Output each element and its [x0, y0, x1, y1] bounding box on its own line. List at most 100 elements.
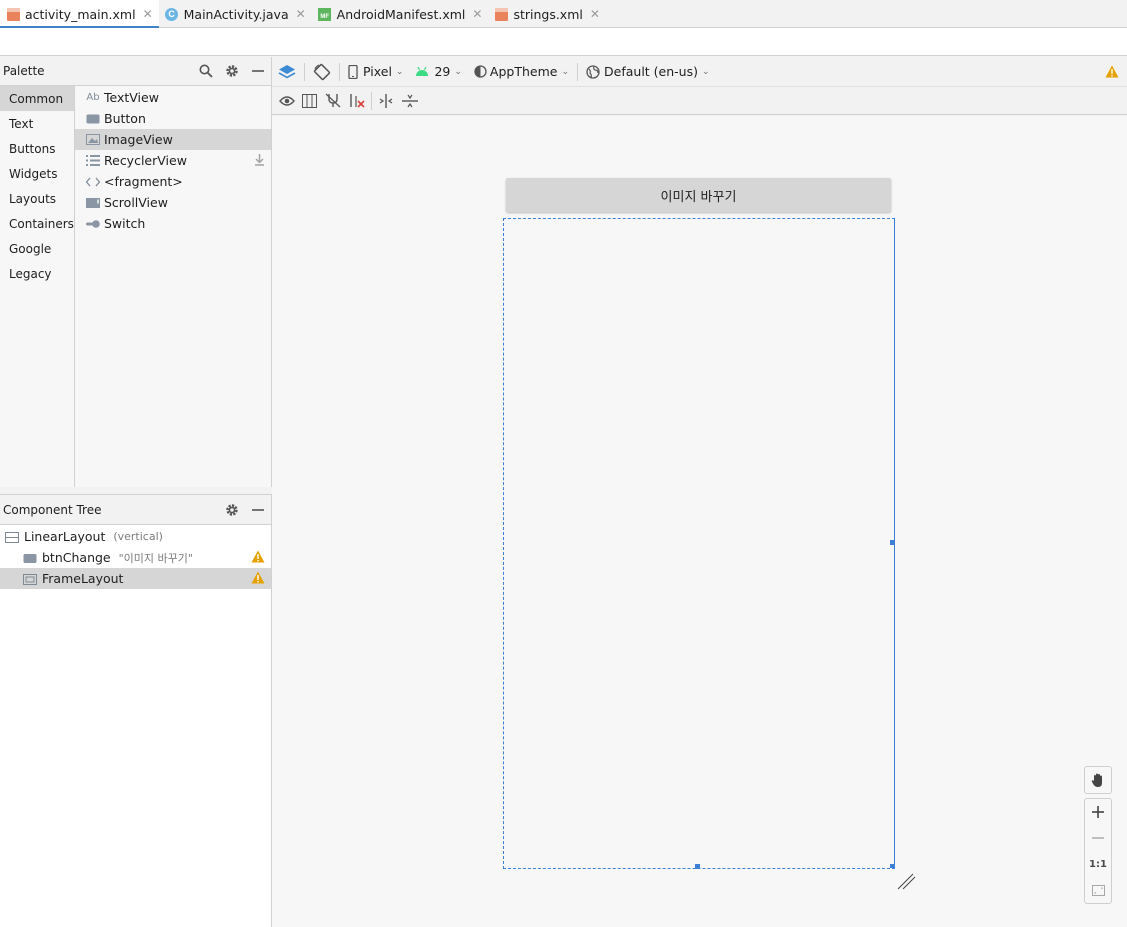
- tree-node-orientation: (vertical): [113, 530, 163, 543]
- widget-fragment[interactable]: <fragment>: [75, 171, 271, 192]
- palette-panel: Palette Common Text Buttons Widgets Layo…: [0, 57, 272, 487]
- tab-main-activity[interactable]: C MainActivity.java ✕: [159, 0, 312, 28]
- button-icon: [23, 552, 37, 563]
- component-tree-title: Component Tree: [3, 502, 102, 517]
- layout-toolbar: [272, 87, 1127, 115]
- category-text[interactable]: Text: [0, 111, 74, 136]
- close-icon[interactable]: ✕: [590, 7, 600, 21]
- widget-recyclerview[interactable]: RecyclerView: [75, 150, 271, 171]
- widget-scrollview[interactable]: ScrollView: [75, 192, 271, 213]
- chevron-down-icon: ⌄: [561, 66, 570, 77]
- chevron-down-icon: ⌄: [454, 66, 462, 77]
- xml-file-icon: [494, 7, 508, 21]
- component-tree-panel: Component Tree LinearLayout (vertical) b…: [0, 494, 272, 927]
- theme-icon: [474, 65, 487, 78]
- autoconnect-off-icon[interactable]: [321, 88, 345, 114]
- resize-handle[interactable]: [890, 864, 894, 868]
- widget-button[interactable]: Button: [75, 108, 271, 129]
- orientation-button[interactable]: [307, 59, 337, 85]
- list-icon: [86, 155, 100, 167]
- zoom-in-icon[interactable]: [1085, 799, 1111, 825]
- category-google[interactable]: Google: [0, 236, 74, 261]
- globe-icon: [586, 64, 600, 79]
- tree-node-label: LinearLayout: [24, 529, 106, 544]
- gear-icon[interactable]: [219, 497, 245, 523]
- chevron-down-icon: ⌄: [395, 66, 404, 77]
- preview-change-image-button[interactable]: 이미지 바꾸기: [506, 178, 891, 212]
- minimize-icon[interactable]: [245, 58, 271, 84]
- zoom-actual-size-button[interactable]: 1:1: [1085, 851, 1111, 877]
- widget-switch[interactable]: Switch: [75, 213, 271, 234]
- margins-icon[interactable]: [298, 88, 321, 114]
- preview-framelayout-selection[interactable]: [503, 218, 895, 869]
- hand-icon[interactable]: [1085, 767, 1111, 793]
- palette-widget-list: Ab TextView Button ImageView RecyclerVie…: [75, 86, 271, 487]
- resize-handle[interactable]: [890, 540, 895, 545]
- design-surface-toggle[interactable]: [272, 59, 302, 85]
- download-icon[interactable]: [254, 154, 265, 169]
- category-containers[interactable]: Containers: [0, 211, 74, 236]
- tree-node-btnchange[interactable]: btnChange "이미지 바꾸기": [0, 547, 271, 568]
- widget-imageview[interactable]: ImageView: [75, 129, 271, 150]
- locale-label: Default (en-us): [604, 64, 698, 79]
- horizontal-guideline-icon[interactable]: [374, 88, 398, 114]
- tab-strings[interactable]: strings.xml ✕: [488, 0, 605, 28]
- zoom-out-icon[interactable]: [1085, 825, 1111, 851]
- tree-node-text: "이미지 바꾸기": [118, 551, 193, 565]
- tab-android-manifest[interactable]: MF AndroidManifest.xml ✕: [312, 0, 489, 28]
- widget-textview[interactable]: Ab TextView: [75, 87, 271, 108]
- locale-dropdown[interactable]: Default (en-us) ⌄: [580, 59, 716, 85]
- vertical-guideline-icon[interactable]: [398, 88, 422, 114]
- gear-icon[interactable]: [219, 58, 245, 84]
- component-tree-header: Component Tree: [0, 495, 271, 525]
- eye-icon[interactable]: [272, 88, 298, 114]
- layers-icon: [278, 64, 296, 78]
- widget-label: Switch: [104, 216, 146, 231]
- editor-mode-strip: [0, 28, 1127, 56]
- pan-panel: [1084, 766, 1112, 794]
- design-canvas[interactable]: 이미지 바꾸기 1:1: [272, 116, 1127, 927]
- api-level-label: 29: [434, 64, 451, 79]
- device-dropdown[interactable]: Pixel ⌄: [342, 59, 409, 85]
- toolbar-divider: [371, 91, 372, 110]
- category-widgets[interactable]: Widgets: [0, 161, 74, 186]
- zoom-to-fit-icon[interactable]: [1085, 877, 1111, 903]
- warning-icon[interactable]: [251, 550, 265, 566]
- close-icon[interactable]: ✕: [296, 7, 306, 21]
- tab-label: activity_main.xml: [25, 6, 136, 22]
- device-label: Pixel: [363, 64, 392, 79]
- close-icon[interactable]: ✕: [143, 7, 153, 21]
- code-brackets-icon: [86, 176, 100, 188]
- switch-icon: [86, 218, 100, 230]
- tree-node-linearlayout[interactable]: LinearLayout (vertical): [0, 526, 271, 547]
- image-icon: [86, 134, 100, 146]
- tree-node-label: FrameLayout: [42, 571, 124, 586]
- search-icon[interactable]: [193, 58, 219, 84]
- tree-node-label: btnChange: [42, 550, 111, 565]
- category-buttons[interactable]: Buttons: [0, 136, 74, 161]
- minimize-icon[interactable]: [245, 497, 271, 523]
- warning-icon[interactable]: [251, 571, 265, 587]
- editor-tab-bar: activity_main.xml ✕ C MainActivity.java …: [0, 0, 1127, 29]
- widget-label: ImageView: [104, 132, 173, 147]
- category-legacy[interactable]: Legacy: [0, 261, 74, 286]
- close-icon[interactable]: ✕: [472, 7, 482, 21]
- device-resize-grip-icon[interactable]: [896, 871, 918, 891]
- api-level-dropdown[interactable]: 29 ⌄: [409, 59, 467, 85]
- toolbar-divider: [577, 62, 579, 81]
- toolbar-divider: [304, 62, 305, 81]
- category-common[interactable]: Common: [0, 86, 74, 111]
- xml-file-icon: [6, 7, 20, 21]
- theme-dropdown[interactable]: AppTheme ⌄: [468, 59, 575, 85]
- tab-activity-main[interactable]: activity_main.xml ✕: [0, 0, 159, 29]
- palette-categories: Common Text Buttons Widgets Layouts Cont…: [0, 86, 75, 487]
- category-layouts[interactable]: Layouts: [0, 186, 74, 211]
- manifest-file-icon: MF: [318, 7, 332, 21]
- frame-layout-icon: [23, 573, 37, 585]
- chevron-down-icon: ⌄: [701, 66, 710, 77]
- zoom-panel: 1:1: [1084, 798, 1112, 904]
- tree-node-framelayout[interactable]: FrameLayout: [0, 568, 271, 589]
- warning-icon[interactable]: [1099, 59, 1127, 85]
- resize-handle[interactable]: [695, 864, 700, 869]
- clear-constraints-icon[interactable]: [345, 88, 369, 114]
